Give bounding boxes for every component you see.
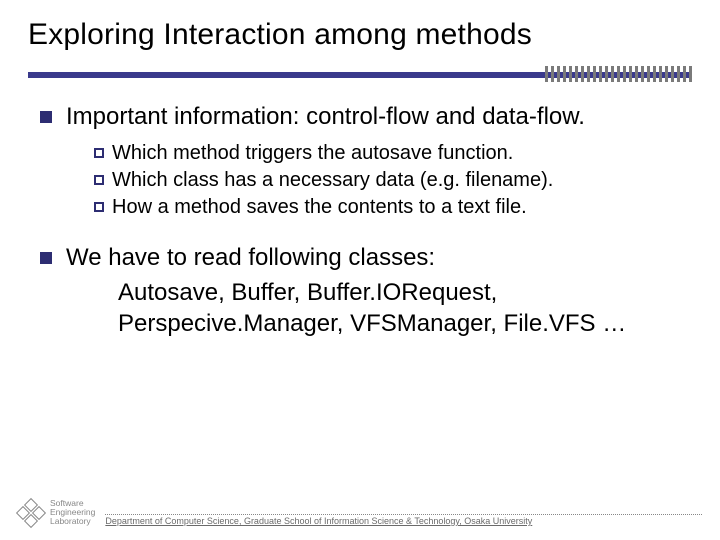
sub-bullet: How a method saves the contents to a tex… xyxy=(94,194,692,221)
square-outline-icon xyxy=(94,175,104,185)
sub-bullet-text: Which class has a necessary data (e.g. f… xyxy=(112,167,553,194)
footer: Software Engineering Laboratory Departme… xyxy=(0,499,720,526)
bullet-1: Important information: control-flow and … xyxy=(40,102,692,132)
square-outline-icon xyxy=(94,202,104,212)
bullet-2-text: We have to read following classes: xyxy=(66,243,692,273)
square-outline-icon xyxy=(94,148,104,158)
department-wrap: Department of Computer Science, Graduate… xyxy=(105,506,702,526)
lab-logo: Software Engineering Laboratory xyxy=(18,499,95,526)
class-list: Autosave, Buffer, Buffer.IORequest, Pers… xyxy=(40,277,692,339)
bullet-1-text: Important information: control-flow and … xyxy=(66,102,692,132)
department-text: Department of Computer Science, Graduate… xyxy=(105,516,702,526)
logo-text: Software Engineering Laboratory xyxy=(50,499,95,526)
sub-bullet: Which class has a necessary data (e.g. f… xyxy=(94,167,692,194)
class-list-line: Autosave, Buffer, Buffer.IORequest, xyxy=(118,277,692,308)
square-bullet-icon xyxy=(40,111,52,123)
bullet-1-sub: Which method triggers the autosave funct… xyxy=(40,140,692,221)
slide-title: Exploring Interaction among methods xyxy=(28,18,692,52)
title-rule xyxy=(28,66,692,82)
sub-bullet: Which method triggers the autosave funct… xyxy=(94,140,692,167)
square-bullet-icon xyxy=(40,252,52,264)
sub-bullet-text: How a method saves the contents to a tex… xyxy=(112,194,527,221)
sub-bullet-text: Which method triggers the autosave funct… xyxy=(112,140,513,167)
slide: Exploring Interaction among methods Impo… xyxy=(0,0,720,540)
class-list-line: Perspecive.Manager, VFSManager, File.VFS… xyxy=(118,308,692,339)
logo-line: Laboratory xyxy=(50,517,95,526)
content: Important information: control-flow and … xyxy=(28,102,692,339)
bullet-2: We have to read following classes: xyxy=(40,243,692,273)
diamond-icon xyxy=(18,500,44,526)
